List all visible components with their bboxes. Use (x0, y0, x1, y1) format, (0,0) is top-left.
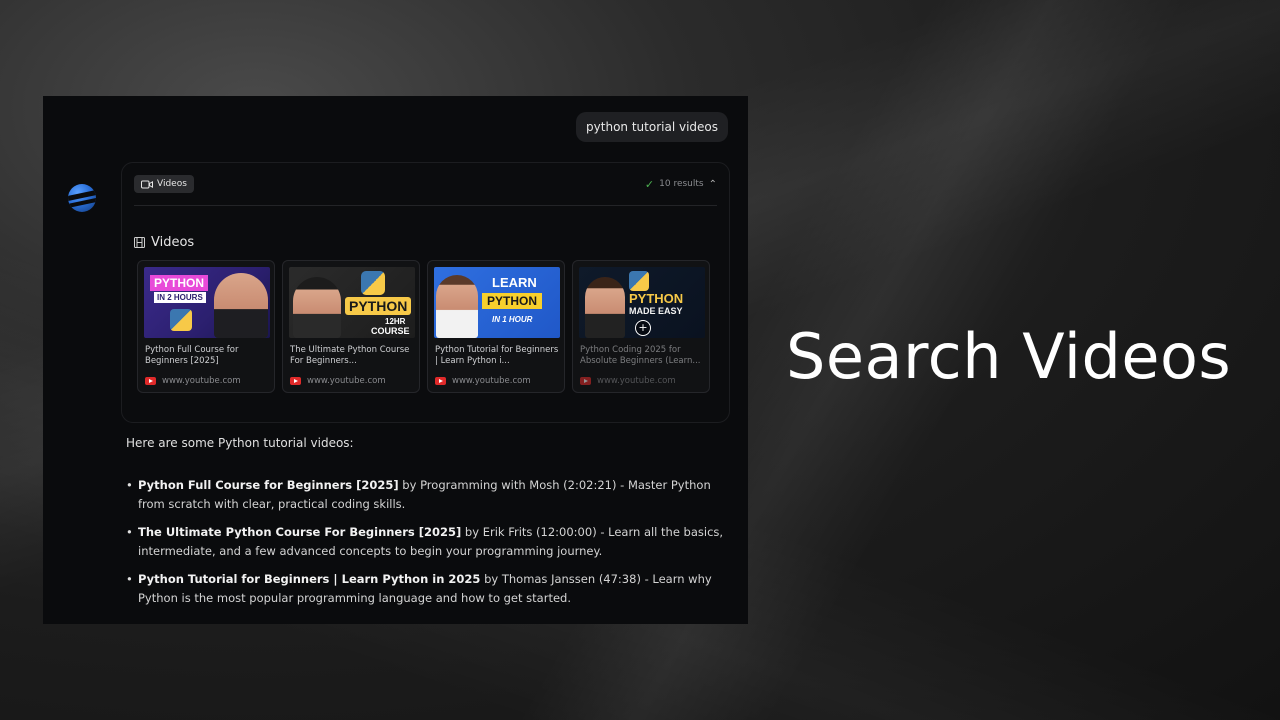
item-title: The Ultimate Python Course For Beginners… (138, 525, 462, 539)
check-icon: ✓ (644, 177, 655, 191)
chat-panel: python tutorial videos Videos ✓ 10 resul… (43, 96, 748, 624)
video-card[interactable]: PYTHON MADE EASY + Python Coding 2025 fo… (572, 260, 710, 393)
video-title[interactable]: Python Coding 2025 for Absolute Beginner… (580, 345, 704, 367)
thumb-text: 12HR (385, 317, 406, 326)
python-logo-icon (629, 271, 649, 291)
add-icon[interactable]: + (635, 320, 651, 336)
thumb-text: IN 1 HOUR (492, 315, 533, 324)
video-thumbnail: LEARN PYTHON IN 1 HOUR (434, 267, 560, 338)
results-count: 10 results (659, 179, 704, 189)
video-source: www.youtube.com (580, 376, 676, 386)
presenter-image (585, 277, 625, 338)
thumb-text: LEARN (492, 275, 537, 290)
video-cards-row: PYTHON IN 2 HOURS Python Full Course for… (137, 260, 710, 393)
results-meta: ✓ 10 results ⌃ (645, 175, 717, 193)
list-item: Python Tutorial for Beginners | Learn Py… (126, 570, 726, 608)
video-search-tool-card: Videos ✓ 10 results ⌃ Videos PYTHON IN 2… (121, 162, 730, 423)
video-title[interactable]: The Ultimate Python Course For Beginners… (290, 345, 414, 367)
video-source-url: www.youtube.com (307, 376, 386, 386)
python-logo-icon (361, 271, 385, 295)
video-source-url: www.youtube.com (452, 376, 531, 386)
thumb-text: IN 2 HOURS (154, 292, 206, 303)
section-title-text: Videos (151, 235, 195, 250)
thumb-text: MADE EASY (629, 306, 683, 316)
user-query-bubble: python tutorial videos (576, 112, 728, 142)
headline: Search Videos (786, 320, 1232, 393)
youtube-icon (435, 377, 446, 385)
presenter-image (214, 273, 268, 338)
python-logo-icon (170, 309, 192, 331)
camera-icon (141, 180, 153, 188)
presenter-image (293, 277, 341, 338)
tool-chip-label: Videos (157, 179, 187, 189)
video-card[interactable]: LEARN PYTHON IN 1 HOUR Python Tutorial f… (427, 260, 565, 393)
tool-chip: Videos (134, 175, 194, 193)
video-source-url: www.youtube.com (597, 376, 676, 386)
video-source: www.youtube.com (145, 376, 241, 386)
thumb-text: PYTHON (482, 293, 543, 309)
item-title: Python Tutorial for Beginners | Learn Py… (138, 572, 481, 586)
presenter-image (436, 275, 478, 338)
videos-section-title: Videos (134, 235, 194, 250)
thumb-text: PYTHON (345, 297, 412, 315)
youtube-icon (145, 377, 156, 385)
answer-intro: Here are some Python tutorial videos: (126, 436, 354, 450)
thumb-text: PYTHON (629, 291, 684, 306)
list-item: Python Full Course for Beginners [2025] … (126, 476, 726, 514)
list-item: The Ultimate Python Course For Beginners… (126, 523, 726, 561)
assistant-avatar (68, 184, 96, 212)
video-thumbnail: PYTHON MADE EASY + (579, 267, 705, 338)
video-title[interactable]: Python Full Course for Beginners [2025] (145, 345, 269, 367)
video-source-url: www.youtube.com (162, 376, 241, 386)
video-title[interactable]: Python Tutorial for Beginners | Learn Py… (435, 345, 559, 367)
video-source: www.youtube.com (435, 376, 531, 386)
youtube-icon (580, 377, 591, 385)
thumb-text: PYTHON (150, 275, 209, 291)
video-card[interactable]: PYTHON 12HR COURSE The Ultimate Python C… (282, 260, 420, 393)
film-icon (134, 237, 145, 248)
item-title: Python Full Course for Beginners [2025] (138, 478, 399, 492)
video-card[interactable]: PYTHON IN 2 HOURS Python Full Course for… (137, 260, 275, 393)
video-source: www.youtube.com (290, 376, 386, 386)
youtube-icon (290, 377, 301, 385)
video-thumbnail: PYTHON IN 2 HOURS (144, 267, 270, 338)
tool-header[interactable]: Videos ✓ 10 results ⌃ (134, 175, 717, 206)
thumb-text: COURSE (371, 326, 410, 336)
answer-list: Python Full Course for Beginners [2025] … (126, 476, 726, 617)
chevron-up-icon[interactable]: ⌃ (709, 179, 717, 190)
video-thumbnail: PYTHON 12HR COURSE (289, 267, 415, 338)
